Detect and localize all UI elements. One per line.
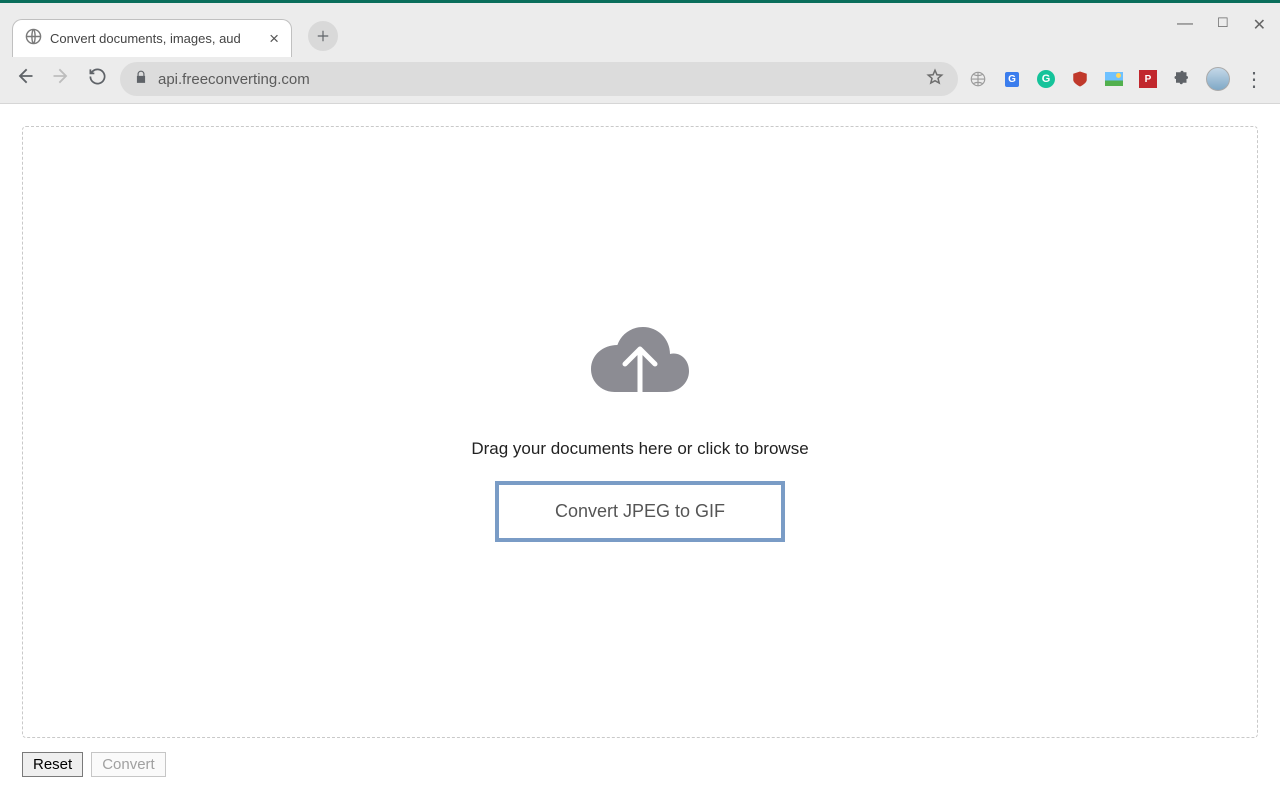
close-icon[interactable]: ×: [267, 29, 281, 49]
globe-icon: [25, 28, 42, 50]
browser-chrome: Convert documents, images, aud × — ☐ ✕ a…: [0, 0, 1280, 104]
tab-strip: Convert documents, images, aud × — ☐ ✕: [0, 3, 1280, 55]
tab-title: Convert documents, images, aud: [50, 31, 259, 46]
window-controls: — ☐ ✕: [1177, 15, 1266, 35]
cloud-upload-icon: [585, 322, 695, 417]
pdf-ext-icon[interactable]: P: [1138, 69, 1158, 89]
web-icon[interactable]: [968, 69, 988, 89]
kebab-menu-icon[interactable]: ⋮: [1244, 67, 1264, 92]
maximize-icon[interactable]: ☐: [1217, 15, 1229, 35]
browse-button[interactable]: Convert JPEG to GIF: [495, 481, 785, 542]
ublock-icon[interactable]: [1070, 69, 1090, 89]
photo-icon[interactable]: [1104, 69, 1124, 89]
window-close-icon[interactable]: ✕: [1253, 15, 1266, 35]
upload-dropzone[interactable]: Drag your documents here or click to bro…: [22, 126, 1258, 738]
browser-tab[interactable]: Convert documents, images, aud ×: [12, 19, 292, 57]
grammarly-icon[interactable]: G: [1036, 69, 1056, 89]
convert-button: Convert: [91, 752, 166, 777]
new-tab-button[interactable]: [308, 21, 338, 51]
puzzle-icon[interactable]: [1172, 69, 1192, 89]
forward-icon: [48, 66, 74, 92]
url-text: api.freeconverting.com: [158, 71, 916, 88]
star-icon[interactable]: [926, 68, 944, 90]
reload-icon[interactable]: [84, 67, 110, 92]
dropzone-hint: Drag your documents here or click to bro…: [471, 439, 808, 459]
address-bar[interactable]: api.freeconverting.com: [120, 62, 958, 96]
lock-icon: [134, 70, 148, 88]
profile-avatar[interactable]: [1206, 67, 1230, 91]
toolbar: api.freeconverting.com G G P ⋮: [0, 55, 1280, 103]
back-icon[interactable]: [12, 66, 38, 92]
reset-button[interactable]: Reset: [22, 752, 83, 777]
footer-buttons: Reset Convert: [22, 752, 1258, 777]
translate-icon[interactable]: G: [1002, 69, 1022, 89]
page-content: Drag your documents here or click to bro…: [0, 104, 1280, 777]
extensions-row: G G P ⋮: [968, 67, 1268, 92]
minimize-icon[interactable]: —: [1177, 15, 1193, 35]
